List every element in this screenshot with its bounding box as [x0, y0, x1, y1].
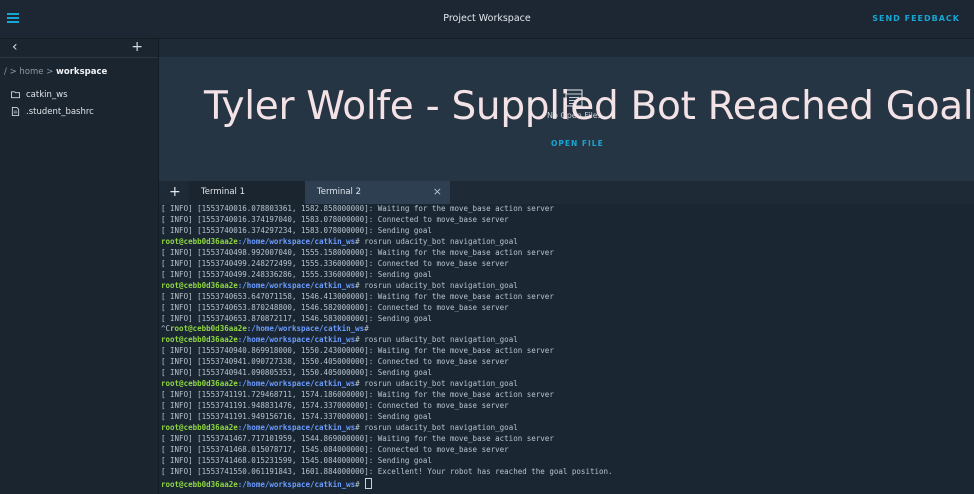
terminal-line: [ INFO] [1553740653.870248800, 1546.5820…	[161, 302, 509, 312]
terminal-line: root@cebb0d36aa2e:/home/workspace/catkin…	[161, 477, 974, 491]
terminal-line: [ INFO] [1553741467.717101959, 1544.8690…	[161, 434, 554, 444]
top-bar: Project Workspace SEND FEEDBACK	[0, 0, 974, 39]
terminal-line: [ INFO] [1553740016.374297234, 1583.0780…	[161, 225, 432, 235]
terminal-line: [ INFO] [1553741550.061191843, 1601.8840…	[161, 466, 613, 476]
terminal-line: root@cebb0d36aa2e:/home/workspace/catkin…	[161, 236, 518, 246]
terminal-line: [ INFO] [1553740016.078803361, 1582.8580…	[161, 204, 554, 213]
prompt-path: :/home/workspace/catkin_ws	[237, 236, 356, 246]
breadcrumb-current: workspace	[56, 67, 108, 77]
open-file-button[interactable]: OPEN FILE	[551, 139, 604, 148]
prompt-path: :/home/workspace/catkin_ws	[237, 479, 356, 489]
tab-label: Terminal 1	[201, 187, 246, 197]
prompt-path: :/home/workspace/catkin_ws	[237, 280, 356, 290]
prompt-user: root@cebb0d36aa2e	[161, 280, 238, 290]
breadcrumb-root[interactable]: /	[4, 67, 7, 77]
back-chevron-icon[interactable]: ‹	[12, 39, 18, 56]
terminal-line: [ INFO] [1553741191.729468711, 1574.1860…	[161, 390, 554, 400]
terminal-line: root@cebb0d36aa2e:/home/workspace/catkin…	[161, 379, 518, 389]
file-item-label: .student_bashrc	[26, 106, 94, 117]
breadcrumb-separator: >	[46, 67, 54, 77]
terminal-line: [ INFO] [1553740941.090805353, 1550.4050…	[161, 368, 432, 378]
prompt-path: :/home/workspace/catkin_ws	[237, 335, 356, 345]
prompt-user: root@cebb0d36aa2e	[161, 335, 238, 345]
file-explorer-sidebar: ‹ + / > home > workspace catkin_ws .stud…	[0, 39, 159, 494]
terminal-line: [ INFO] [1553740498.992007040, 1555.1580…	[161, 247, 554, 257]
terminal-line: [ INFO] [1553741468.015231599, 1545.0840…	[161, 455, 432, 465]
tab-close-icon[interactable]: ×	[433, 185, 442, 198]
terminal-line: [ INFO] [1553741191.948831476, 1574.3370…	[161, 401, 509, 411]
terminal-lines: [ INFO] [1553740016.078803361, 1582.8580…	[159, 204, 974, 491]
prompt-user: root@cebb0d36aa2e	[161, 379, 238, 389]
overlay-title: Tyler Wolfe - Supplied Bot Reached Goal	[204, 84, 974, 129]
breadcrumb: / > home > workspace	[4, 67, 107, 77]
terminal-line: [ INFO] [1553740940.869918000, 1550.2430…	[161, 346, 554, 356]
send-feedback-button[interactable]: SEND FEEDBACK	[872, 14, 960, 23]
add-file-plus-icon[interactable]: +	[131, 39, 143, 56]
new-terminal-plus-icon[interactable]: +	[169, 184, 181, 200]
terminal-output[interactable]: [ INFO] [1553740016.078803361, 1582.8580…	[159, 204, 974, 494]
terminal-line: [ INFO] [1553741468.015078717, 1545.0840…	[161, 444, 509, 454]
terminal-line: [ INFO] [1553741191.949156716, 1574.3370…	[161, 412, 432, 422]
terminal-line: [ INFO] [1553740499.248336286, 1555.3360…	[161, 269, 432, 279]
terminal-line: ^Croot@cebb0d36aa2e:/home/workspace/catk…	[161, 324, 369, 334]
terminal-line: [ INFO] [1553740941.090727338, 1550.4050…	[161, 357, 509, 367]
file-item-label: catkin_ws	[26, 89, 68, 100]
prompt-user: root@cebb0d36aa2e	[161, 479, 238, 489]
editor-tab-strip	[159, 39, 974, 57]
terminal-line: root@cebb0d36aa2e:/home/workspace/catkin…	[161, 335, 518, 345]
terminal-line: [ INFO] [1553740653.870872117, 1546.5830…	[161, 313, 432, 323]
folder-icon	[11, 91, 20, 99]
hamburger-menu-icon[interactable]	[7, 13, 19, 23]
terminal-line: [ INFO] [1553740653.647071158, 1546.4130…	[161, 291, 554, 301]
file-item-student-bashrc[interactable]: .student_bashrc	[0, 103, 158, 120]
terminal-cursor	[365, 477, 373, 489]
prompt-user: root@cebb0d36aa2e	[161, 423, 238, 433]
app-title: Project Workspace	[443, 13, 531, 24]
terminal-tab-bar: + Terminal 1 × Terminal 2 ×	[159, 181, 974, 204]
prompt-user: root@cebb0d36aa2e	[161, 236, 238, 246]
tab-label: Terminal 2	[317, 187, 362, 197]
tab-terminal-2[interactable]: Terminal 2 ×	[305, 181, 450, 204]
terminal-line: [ INFO] [1553740016.374197040, 1583.0780…	[161, 214, 509, 224]
prompt-path: :/home/workspace/catkin_ws	[237, 379, 356, 389]
breadcrumb-separator: >	[9, 67, 17, 77]
prompt-path: :/home/workspace/catkin_ws	[246, 324, 365, 334]
file-list: catkin_ws .student_bashrc	[0, 86, 158, 120]
sidebar-header: ‹ +	[0, 39, 158, 58]
breadcrumb-home[interactable]: home	[19, 67, 43, 77]
file-icon	[11, 107, 20, 116]
terminal-line: [ INFO] [1553740499.248272499, 1555.3360…	[161, 258, 509, 268]
file-item-catkin-ws[interactable]: catkin_ws	[0, 86, 158, 103]
terminal-line: root@cebb0d36aa2e:/home/workspace/catkin…	[161, 280, 518, 290]
terminal-line: root@cebb0d36aa2e:/home/workspace/catkin…	[161, 423, 518, 433]
prompt-path: :/home/workspace/catkin_ws	[237, 423, 356, 433]
prompt-user: root@cebb0d36aa2e	[170, 324, 247, 334]
